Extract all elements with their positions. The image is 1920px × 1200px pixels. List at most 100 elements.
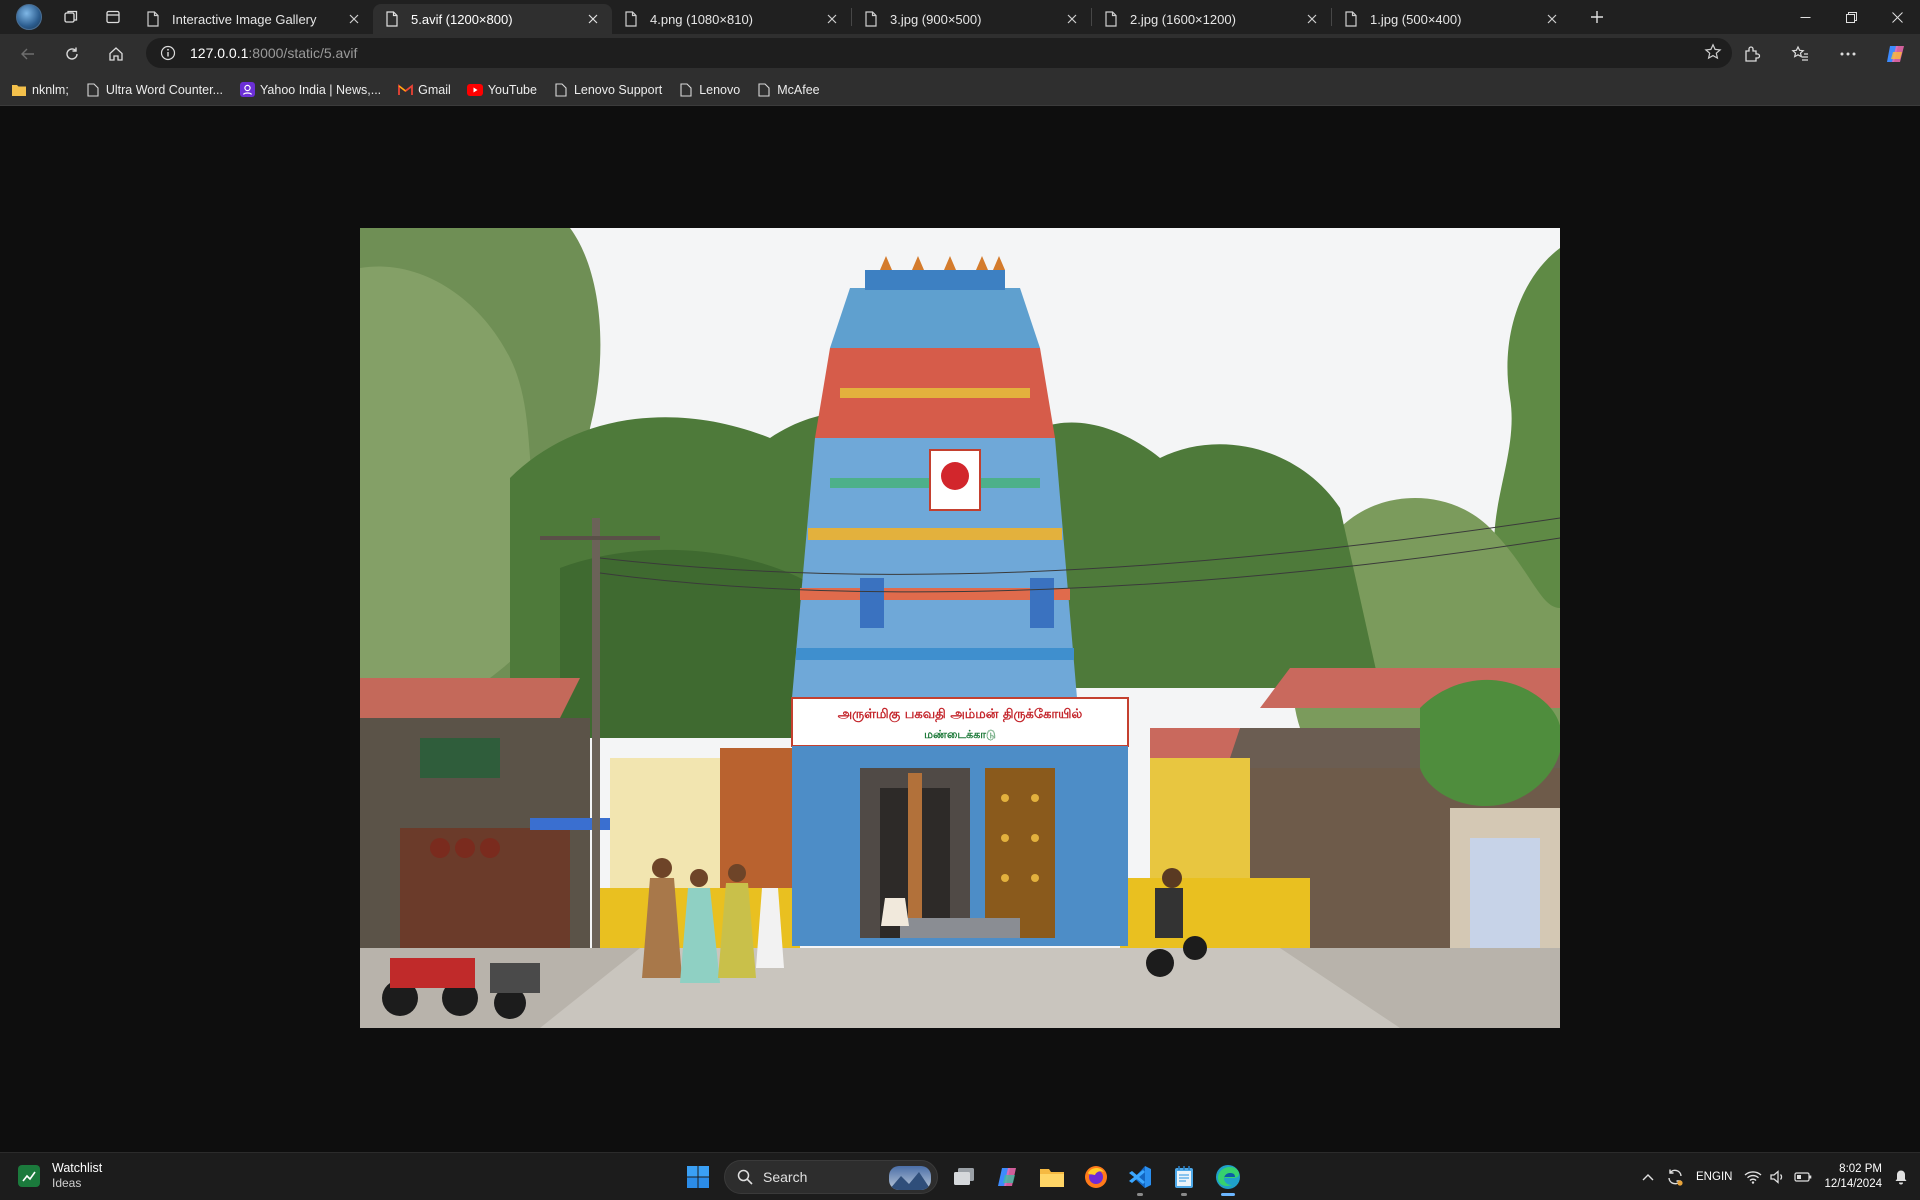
more-menu-button[interactable]: [1824, 34, 1872, 74]
youtube-icon: [466, 82, 483, 98]
windows-logo-icon: [687, 1166, 709, 1188]
system-tray: ENG IN 8:02 PM 12/14/2024: [1636, 1153, 1920, 1200]
close-tab-icon[interactable]: [823, 10, 841, 28]
tab-strip: Interactive Image Gallery 5.avif (1200×8…: [0, 0, 1920, 34]
bookmark-yahoo-india[interactable]: Yahoo India | News,...: [239, 82, 381, 98]
plus-icon: [1591, 11, 1603, 23]
wifi-icon: [1744, 1171, 1762, 1184]
bookmark-label: Lenovo Support: [573, 82, 663, 97]
page-icon: [865, 11, 877, 27]
favorites-button[interactable]: [1776, 34, 1824, 74]
bookmark-label: nknlm;: [32, 82, 69, 97]
refresh-button[interactable]: [50, 36, 94, 72]
browser-toolbar: 127.0.0.1:8000/static/5.avif: [0, 34, 1920, 74]
notepad-icon: [1175, 1166, 1193, 1188]
close-window-button[interactable]: [1874, 0, 1920, 34]
start-button[interactable]: [676, 1157, 720, 1197]
clock-time: 8:02 PM: [1839, 1163, 1882, 1175]
tab-3-jpg[interactable]: 3.jpg (900×500): [852, 4, 1091, 34]
favorites-bar: nknlm; Ultra Word Counter... Yahoo India…: [0, 74, 1920, 106]
bookmark-gmail[interactable]: Gmail: [397, 82, 451, 98]
bookmark-nknlm[interactable]: nknlm;: [11, 82, 69, 98]
notepad-button[interactable]: [1162, 1157, 1206, 1197]
firefox-button[interactable]: [1074, 1157, 1118, 1197]
bookmark-label: Gmail: [418, 82, 451, 97]
copilot-button[interactable]: [1872, 34, 1920, 74]
edge-icon: [1216, 1165, 1240, 1189]
sync-status-button[interactable]: [1660, 1153, 1690, 1200]
tab-title: Interactive Image Gallery: [172, 11, 317, 27]
workspaces-button[interactable]: [50, 0, 92, 34]
vscode-button[interactable]: [1118, 1157, 1162, 1197]
widgets-button[interactable]: Watchlist Ideas: [18, 1161, 102, 1191]
region-code: IN: [1720, 1171, 1733, 1183]
tab-4-png[interactable]: 4.png (1080×810): [612, 4, 851, 34]
back-arrow-icon: [21, 48, 34, 60]
tab-2-jpg[interactable]: 2.jpg (1600×1200): [1092, 4, 1331, 34]
widget-subtitle: Ideas: [52, 1176, 82, 1190]
folder-icon: [11, 82, 27, 98]
profile-button[interactable]: [8, 0, 50, 34]
taskbar-search-box[interactable]: Search: [724, 1160, 938, 1194]
site-info-icon[interactable]: [160, 45, 176, 61]
page-icon: [386, 11, 398, 27]
notifications-button[interactable]: [1888, 1153, 1920, 1200]
show-hidden-icons-button[interactable]: [1636, 1153, 1660, 1200]
close-tab-icon[interactable]: [1063, 10, 1081, 28]
close-tab-icon[interactable]: [345, 10, 363, 28]
task-view-button[interactable]: [942, 1157, 986, 1197]
page-icon: [678, 82, 694, 98]
close-tab-icon[interactable]: [584, 10, 602, 28]
folder-icon: [1040, 1169, 1064, 1187]
task-view-icon: [954, 1168, 974, 1185]
favorites-list-icon: [1791, 45, 1808, 61]
tab-5-avif[interactable]: 5.avif (1200×800): [373, 4, 612, 34]
favorite-star-button[interactable]: [1704, 43, 1722, 66]
edge-button[interactable]: [1206, 1157, 1250, 1197]
network-volume-battery-button[interactable]: [1738, 1153, 1818, 1200]
page-icon: [1345, 11, 1357, 27]
signboard-line-2: மண்டைக்காடு: [924, 728, 996, 741]
address-bar[interactable]: 127.0.0.1:8000/static/5.avif: [146, 38, 1732, 68]
new-tab-button[interactable]: [1577, 0, 1617, 34]
bookmark-mcafee[interactable]: McAfee: [756, 82, 820, 98]
refresh-icon: [66, 47, 78, 60]
extensions-icon: [1745, 46, 1761, 62]
bookmark-label: McAfee: [777, 82, 820, 97]
tab-actions-icon: [106, 10, 120, 24]
tab-interactive-image-gallery[interactable]: Interactive Image Gallery: [134, 4, 373, 34]
file-explorer-button[interactable]: [1030, 1157, 1074, 1197]
bookmark-label: Lenovo: [699, 82, 741, 97]
workspaces-icon: [64, 10, 78, 23]
input-language-button[interactable]: ENG IN: [1690, 1153, 1738, 1200]
taskbar-apps: Search: [676, 1157, 1250, 1197]
bookmark-ultra-word-counter[interactable]: Ultra Word Counter...: [85, 82, 223, 98]
minimize-button[interactable]: [1782, 0, 1828, 34]
sync-icon: [1668, 1169, 1683, 1186]
extensions-button[interactable]: [1728, 34, 1776, 74]
bookmark-youtube[interactable]: YouTube: [466, 82, 537, 98]
image-viewer-page: அருள்மிகு பகவதி அம்மன் திருக்கோயில் மண்ட…: [4, 107, 1915, 1150]
search-label: Search: [763, 1169, 808, 1185]
tab-1-jpg[interactable]: 1.jpg (500×400): [1332, 4, 1571, 34]
address-url[interactable]: 127.0.0.1:8000/static/5.avif: [190, 45, 357, 61]
close-tab-icon[interactable]: [1543, 10, 1561, 28]
bookmark-lenovo[interactable]: Lenovo: [678, 82, 740, 98]
copilot-icon: [1887, 46, 1904, 62]
restore-button[interactable]: [1828, 0, 1874, 34]
home-button[interactable]: [94, 36, 138, 72]
tab-actions-button[interactable]: [92, 0, 134, 34]
back-button[interactable]: [6, 36, 50, 72]
restore-icon: [1845, 11, 1857, 23]
stock-chart-icon: [18, 1165, 40, 1187]
close-tab-icon[interactable]: [1303, 10, 1321, 28]
bookmark-label: Yahoo India | News,...: [260, 82, 382, 97]
taskbar: Watchlist Ideas Search ENG IN 8:02 PM 12…: [0, 1152, 1920, 1200]
copilot-app-button[interactable]: [986, 1157, 1030, 1197]
temple-photo[interactable]: அருள்மிகு பகவதி அம்மன் திருக்கோயில் மண்ட…: [360, 228, 1560, 1028]
bookmark-lenovo-support[interactable]: Lenovo Support: [553, 82, 662, 98]
clock-button[interactable]: 8:02 PM 12/14/2024: [1818, 1153, 1888, 1200]
url-host: 127.0.0.1: [190, 45, 249, 61]
minimize-icon: [1800, 16, 1810, 18]
close-icon: [1891, 11, 1903, 23]
